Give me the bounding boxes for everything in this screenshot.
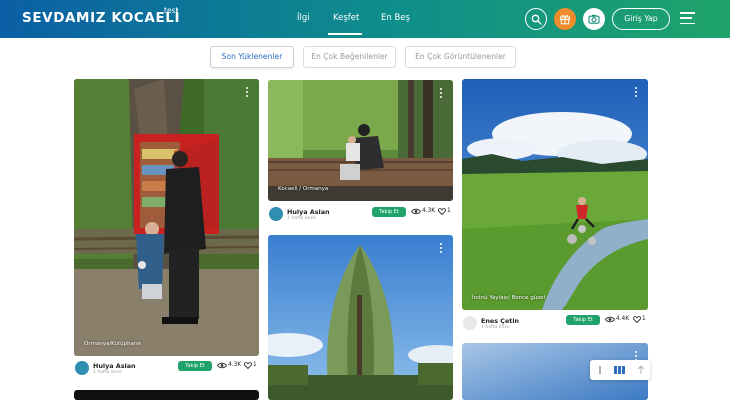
- post-image-next[interactable]: [74, 390, 259, 400]
- post-caption: Ormanya/Kütüphane: [84, 341, 141, 347]
- filter-most-liked[interactable]: En Çok Beğenilenler: [303, 46, 396, 68]
- heart-icon[interactable]: [438, 208, 446, 215]
- post-caption: İndnü Yaylası/ Bence güzel: [472, 295, 546, 301]
- logo-superscript: test: [164, 6, 179, 15]
- photo-willow-tree: [268, 235, 453, 400]
- avatar[interactable]: [75, 361, 89, 375]
- eye-icon: [605, 316, 615, 323]
- post-time: 1 hafta önce: [93, 370, 122, 375]
- like-count: 1: [447, 208, 451, 214]
- hamburger-menu-icon[interactable]: [680, 12, 695, 25]
- heart-icon[interactable]: [633, 316, 641, 323]
- post-image-willow-tree[interactable]: [268, 235, 453, 400]
- follow-button[interactable]: Takip Et: [566, 315, 600, 325]
- more-options-icon[interactable]: [635, 87, 638, 98]
- nav-item-ilgi[interactable]: İlgi: [297, 13, 310, 23]
- three-column-icon[interactable]: [614, 366, 625, 374]
- follow-button[interactable]: Takip Et: [372, 207, 406, 217]
- nav-item-kesfet[interactable]: Keşfet: [333, 13, 359, 23]
- view-count: 4.4K: [616, 316, 630, 322]
- post-image-forest-bench[interactable]: Kocaeli / Ormanya: [268, 80, 453, 201]
- active-nav-indicator: [328, 33, 362, 35]
- post-author-name[interactable]: Hulya Aslan: [93, 362, 136, 370]
- heart-icon[interactable]: [244, 362, 252, 369]
- filter-most-viewed[interactable]: En Çok Görüntülenenler: [405, 46, 516, 68]
- photo-plateau-stream: [462, 79, 648, 310]
- filter-latest-uploads[interactable]: Son Yüklenenler: [210, 46, 294, 68]
- site-logo[interactable]: SEVDAMIZ KOCAELİ: [22, 10, 180, 26]
- scroll-to-top-icon[interactable]: [637, 365, 645, 375]
- eye-icon: [217, 362, 227, 369]
- more-options-icon[interactable]: [440, 243, 443, 254]
- post-time: 1 hafta önce: [481, 325, 510, 330]
- post-caption: Kocaeli / Ormanya: [278, 186, 329, 192]
- photo-forest-bench: [268, 80, 453, 201]
- view-count: 4.3K: [422, 208, 436, 214]
- search-button[interactable]: [525, 8, 547, 30]
- single-column-icon[interactable]: [598, 366, 602, 374]
- gift-icon: [560, 15, 570, 25]
- view-count: 4.3K: [228, 362, 242, 368]
- top-navbar: SEVDAMIZ KOCAELİ test İlgi Keşfet En Beş…: [0, 0, 730, 38]
- photo-library-tree: [74, 79, 259, 356]
- eye-icon: [411, 208, 421, 215]
- login-button[interactable]: Giriş Yap: [612, 8, 670, 30]
- post-author-name[interactable]: Enes Çetin: [481, 317, 519, 325]
- camera-icon: [588, 14, 600, 24]
- nav-item-en-bes[interactable]: En Beş: [381, 13, 410, 23]
- post-time: 1 hafta önce: [287, 216, 316, 221]
- gift-button[interactable]: [554, 8, 576, 30]
- more-options-icon[interactable]: [246, 87, 249, 98]
- avatar[interactable]: [463, 316, 477, 330]
- post-image-library-tree[interactable]: Ormanya/Kütüphane: [74, 79, 259, 356]
- like-count: 1: [642, 316, 646, 322]
- like-count: 1: [253, 362, 257, 368]
- follow-button[interactable]: Takip Et: [178, 361, 212, 371]
- camera-button[interactable]: [583, 8, 605, 30]
- layout-toggle-panel: [590, 360, 650, 380]
- post-image-plateau-stream[interactable]: İndnü Yaylası/ Bence güzel: [462, 79, 648, 310]
- search-icon: [531, 14, 542, 25]
- more-options-icon[interactable]: [440, 88, 443, 99]
- post-author-name[interactable]: Hulya Aslan: [287, 208, 330, 216]
- avatar[interactable]: [269, 207, 283, 221]
